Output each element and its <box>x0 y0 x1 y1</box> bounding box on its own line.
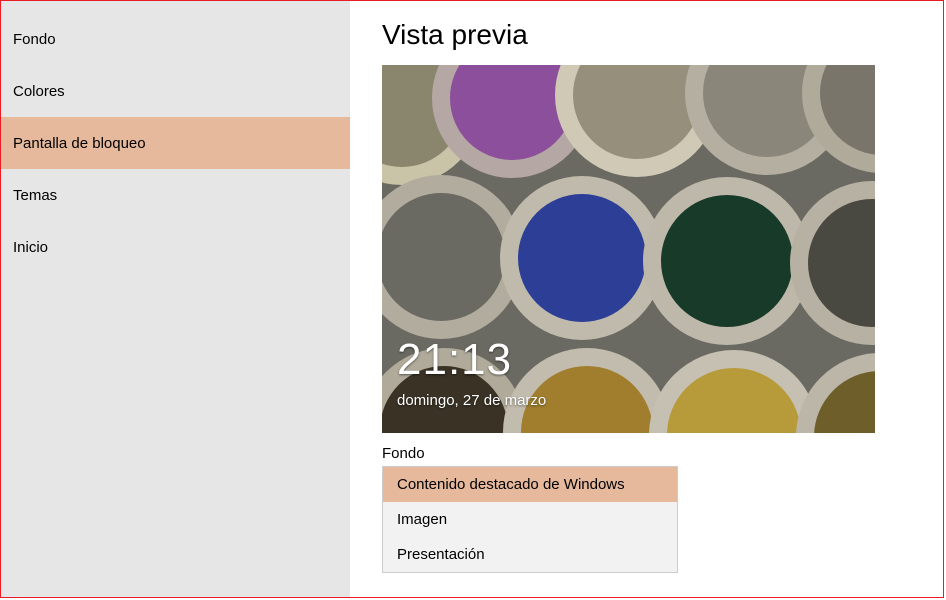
dropdown-option-label: Imagen <box>397 511 447 528</box>
dropdown-option-label: Contenido destacado de Windows <box>397 476 625 493</box>
heading-vista-previa: Vista previa <box>382 19 943 51</box>
background-dropdown[interactable]: Contenido destacado de Windows Imagen Pr… <box>382 466 678 573</box>
sidebar: Fondo Colores Pantalla de bloqueo Temas … <box>1 1 350 597</box>
background-label: Fondo <box>382 445 943 462</box>
sidebar-item-label: Pantalla de bloqueo <box>13 135 146 152</box>
sidebar-item-label: Inicio <box>13 239 48 256</box>
preview-date: domingo, 27 de marzo <box>397 392 546 409</box>
sidebar-item-label: Colores <box>13 83 65 100</box>
sidebar-item-colores[interactable]: Colores <box>1 65 350 117</box>
sidebar-item-label: Fondo <box>13 31 56 48</box>
settings-window: Fondo Colores Pantalla de bloqueo Temas … <box>0 0 944 598</box>
sidebar-item-pantalla-de-bloqueo[interactable]: Pantalla de bloqueo <box>1 117 350 169</box>
dropdown-option-imagen[interactable]: Imagen <box>383 502 677 537</box>
sidebar-item-inicio[interactable]: Inicio <box>1 221 350 273</box>
main-panel: Vista previa <box>350 1 943 597</box>
sidebar-item-fondo[interactable]: Fondo <box>1 13 350 65</box>
preview-clock: 21:13 <box>397 335 512 385</box>
lockscreen-preview: 21:13 domingo, 27 de marzo <box>382 65 875 433</box>
dropdown-option-label: Presentación <box>397 546 485 563</box>
dropdown-option-windows-spotlight[interactable]: Contenido destacado de Windows <box>383 467 677 502</box>
dropdown-option-presentacion[interactable]: Presentación <box>383 537 677 572</box>
sidebar-item-temas[interactable]: Temas <box>1 169 350 221</box>
sidebar-item-label: Temas <box>13 187 57 204</box>
